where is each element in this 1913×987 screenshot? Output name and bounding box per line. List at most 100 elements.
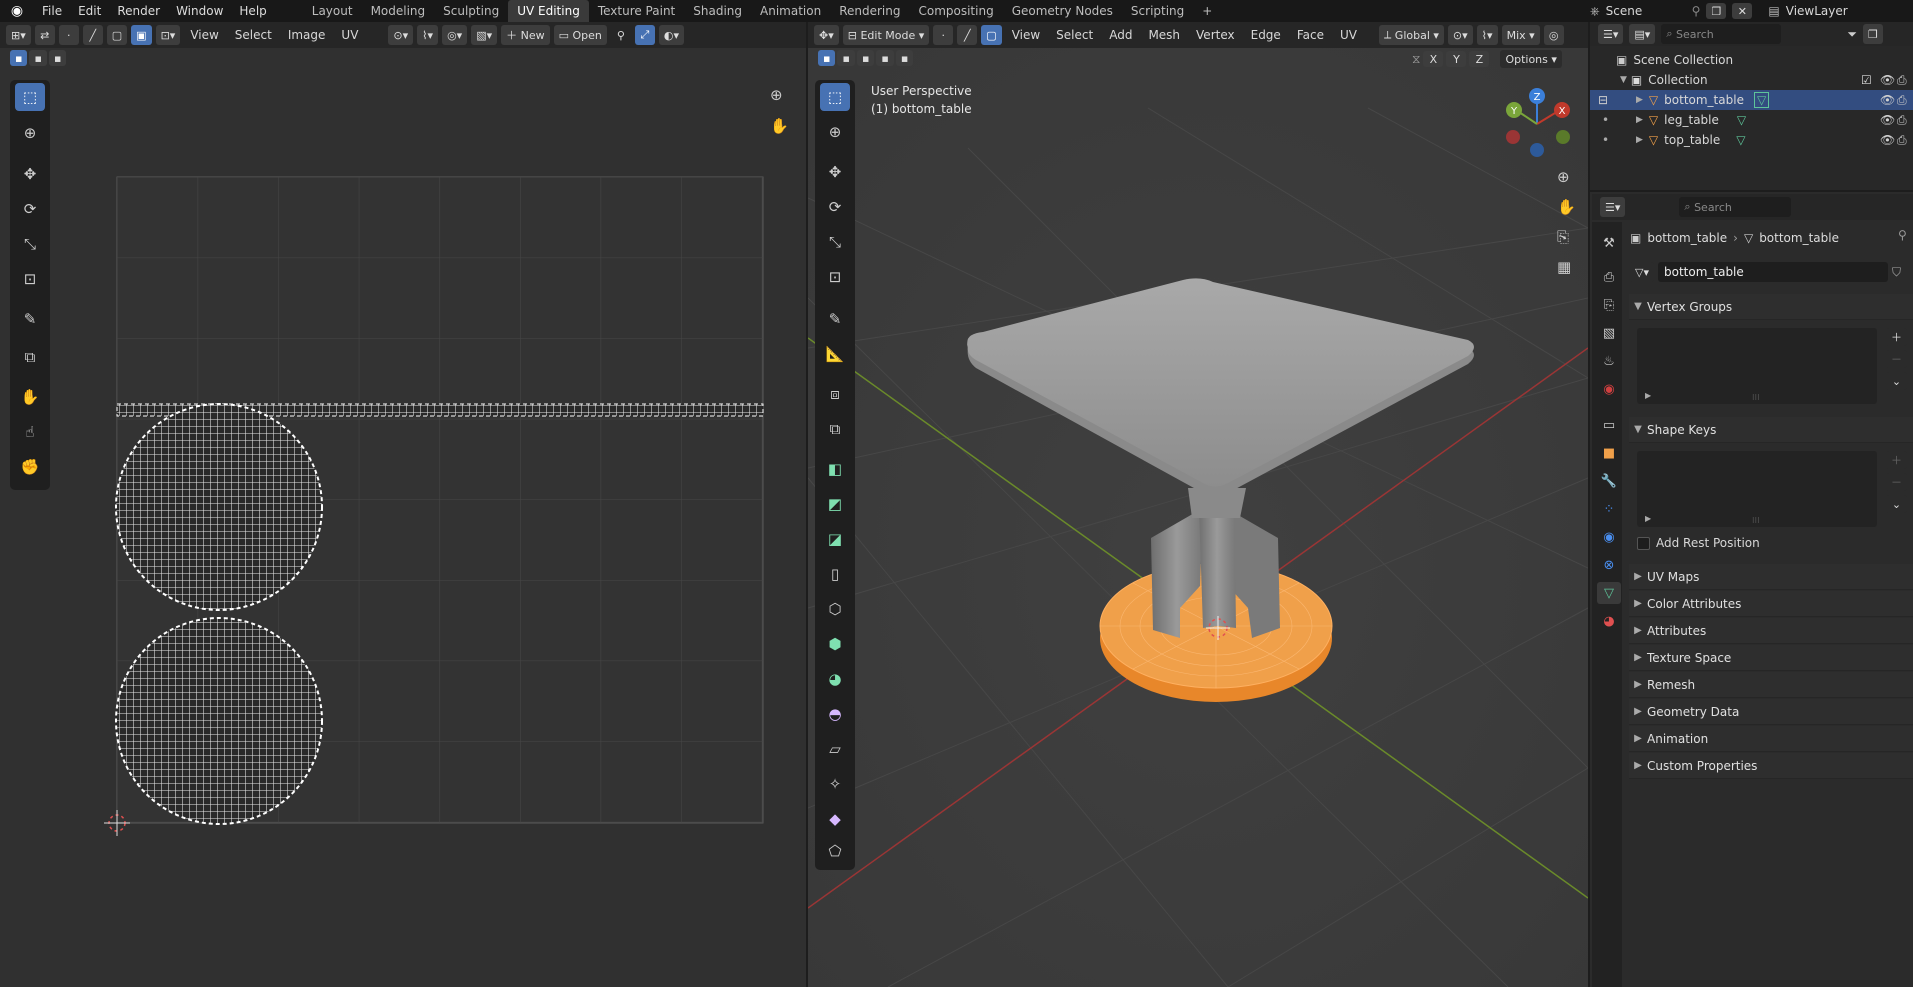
modifier-tab-icon[interactable]: 🔧 [1597, 470, 1621, 492]
render-camera-icon[interactable]: ⎙ [1897, 133, 1907, 148]
select-subtract-icon[interactable]: ▪ [48, 50, 67, 66]
tab-rendering[interactable]: Rendering [830, 0, 909, 22]
vertex-groups-header[interactable]: ▼ Vertex Groups [1629, 294, 1913, 320]
select-box-icon[interactable]: ⬚ [15, 83, 45, 111]
add-cube-icon[interactable]: ⧈ [820, 380, 850, 408]
remove-vertex-group-icon[interactable]: － [1886, 350, 1907, 368]
proportional-edit-icon[interactable]: ◎▾ [442, 25, 468, 45]
uv-canvas[interactable] [0, 160, 806, 840]
vp-rotate-icon[interactable]: ⟳ [820, 193, 850, 221]
expand-chevron-icon[interactable]: ▶ [1636, 95, 1643, 105]
display-mode-icon[interactable]: ▤▾ [1629, 24, 1656, 44]
gizmo-toggle-icon[interactable]: ⤢ [634, 25, 655, 45]
uv-menu-select[interactable]: Select [229, 24, 278, 46]
menu-render[interactable]: Render [109, 0, 168, 22]
constraints-tab-icon[interactable]: ⊗ [1597, 554, 1621, 576]
edge-select-icon[interactable]: ╱ [82, 25, 103, 45]
zoom-icon[interactable]: ⊕ [770, 86, 783, 104]
camera-view-icon[interactable]: ⎘ [1557, 228, 1569, 246]
options-dropdown[interactable]: Options ▾ [1500, 50, 1562, 68]
vp-transform-icon[interactable]: ⊡ [820, 263, 850, 291]
add-workspace-button[interactable]: + [1193, 0, 1221, 22]
snap-toggle-icon[interactable]: ⌇▾ [1476, 25, 1498, 45]
mirror-x-button[interactable]: X [1423, 51, 1444, 67]
remove-shape-key-icon[interactable]: － [1886, 473, 1907, 491]
knife-icon[interactable]: ▯ [820, 560, 850, 588]
render-camera-icon[interactable]: ⎙ [1897, 113, 1907, 128]
ortho-toggle-icon[interactable]: ▦ [1557, 258, 1571, 276]
outliner-row-leg-table[interactable]: • ▶ ▽ leg_table ▽ 👁 ⎙ [1590, 110, 1913, 130]
list-expand-icon[interactable]: ▶ [1645, 391, 1651, 400]
new-image-button[interactable]: ＋ New [501, 25, 550, 45]
tab-compositing[interactable]: Compositing [909, 0, 1002, 22]
face-select-icon[interactable]: ▢ [106, 25, 128, 45]
vp-select-box-icon[interactable]: ⬚ [820, 83, 850, 111]
material-tab-icon[interactable]: ◕ [1597, 610, 1621, 632]
vp-select-invert-icon[interactable]: ▪ [876, 50, 894, 66]
pin-icon[interactable]: ⚲ [1692, 4, 1701, 18]
collection-tab-icon[interactable]: ▭ [1597, 414, 1621, 436]
sticky-select-icon[interactable]: ⊡▾ [155, 25, 181, 45]
add-shape-key-icon[interactable]: ＋ [1886, 451, 1907, 469]
snap-icon[interactable]: ⌇▾ [417, 25, 439, 45]
section-remesh[interactable]: ▶ Remesh [1629, 672, 1913, 698]
mesh-name-field[interactable]: bottom_table [1657, 262, 1888, 282]
orientation-dropdown[interactable]: ⟂ Global ▾ [1378, 25, 1444, 45]
image-browse-icon[interactable]: ▧▾ [471, 25, 498, 45]
scene-field[interactable]: Scene [1606, 4, 1686, 18]
filter-icon[interactable]: ⏷ [1847, 27, 1857, 42]
vp-cursor-icon[interactable]: ⊕ [820, 118, 850, 146]
vertex-groups-list[interactable]: ▶ ⁝⁝⁝ [1637, 328, 1877, 404]
section-texture-space[interactable]: ▶ Texture Space [1629, 645, 1913, 671]
delete-scene-icon[interactable]: ✕ [1732, 3, 1753, 19]
vp-select-subtract-icon[interactable]: ▪ [856, 50, 875, 66]
collection-row[interactable]: ▼ ▣ Collection ☑ 👁 ⎙ [1590, 70, 1913, 90]
vp-menu-add[interactable]: Add [1103, 24, 1138, 46]
open-image-button[interactable]: ▭ Open [553, 25, 607, 45]
resize-handle-icon[interactable]: ⁝⁝⁝ [1752, 393, 1760, 402]
view-layer-tab-icon[interactable]: ▧ [1597, 322, 1621, 344]
fake-user-shield-icon[interactable]: ⛉ [1892, 265, 1901, 280]
overlay-toggle-icon[interactable]: ◐▾ [658, 25, 685, 45]
add-vertex-group-icon[interactable]: ＋ [1886, 328, 1907, 346]
gizmo-neg-z-icon[interactable] [1530, 143, 1544, 157]
extrude-icon[interactable]: ⧉ [820, 415, 850, 443]
render-camera-icon[interactable]: ⎙ [1897, 73, 1907, 88]
outliner-row-bottom-table[interactable]: ⊟ ▶ ▽ bottom_table ▽ 👁 ⎙ [1590, 90, 1913, 110]
vertex-group-menu-icon[interactable]: ⌄ [1886, 372, 1907, 390]
select-extend-icon[interactable]: ▪ [29, 50, 47, 66]
new-collection-icon[interactable]: ❐ [1862, 24, 1883, 44]
vp-select-intersect-icon[interactable]: ▪ [895, 50, 914, 66]
smooth-icon[interactable]: ◕ [820, 665, 850, 693]
expand-chevron-icon[interactable]: ▶ [1636, 135, 1643, 145]
tab-shading[interactable]: Shading [684, 0, 751, 22]
expand-chevron-icon[interactable]: ▼ [1620, 75, 1627, 85]
object-tab-icon[interactable]: ■ [1597, 442, 1621, 464]
pivot-icon[interactable]: ⊙▾ [388, 25, 414, 45]
particles-tab-icon[interactable]: ⁘ [1597, 498, 1621, 520]
vp-move-icon[interactable]: ✥ [820, 158, 850, 186]
tab-animation[interactable]: Animation [751, 0, 830, 22]
physics-tab-icon[interactable]: ◉ [1597, 526, 1621, 548]
new-scene-icon[interactable]: ❐ [1706, 3, 1727, 19]
uv-menu-image[interactable]: Image [282, 24, 332, 46]
uv-sync-icon[interactable]: ⇄ [34, 25, 55, 45]
navigation-gizmo[interactable]: Z X Y [1500, 86, 1570, 162]
uv-menu-view[interactable]: View [184, 24, 224, 46]
tab-geometry-nodes[interactable]: Geometry Nodes [1003, 0, 1122, 22]
list-expand-icon[interactable]: ▶ [1645, 514, 1651, 523]
blender-logo-icon[interactable]: ◉ [0, 3, 34, 19]
pin-properties-icon[interactable]: ⚲ [1898, 228, 1907, 242]
viewport-scene[interactable] [808, 48, 1588, 987]
shape-key-menu-icon[interactable]: ⌄ [1886, 495, 1907, 513]
exclude-checkbox[interactable]: ☑ [1861, 73, 1872, 87]
outliner-row-top-table[interactable]: • ▶ ▽ top_table ▽ 👁 ⎙ [1590, 130, 1913, 150]
section-animation[interactable]: ▶ Animation [1629, 726, 1913, 752]
loop-cut-icon[interactable]: ◪ [820, 525, 850, 553]
tab-texture-paint[interactable]: Texture Paint [589, 0, 684, 22]
menu-help[interactable]: Help [231, 0, 274, 22]
add-rest-position-checkbox[interactable] [1637, 536, 1650, 550]
visibility-eye-icon[interactable]: 👁 [1880, 93, 1895, 107]
scene-tab-icon[interactable]: ♨ [1597, 350, 1621, 372]
render-tab-icon[interactable]: ⎙ [1597, 266, 1621, 288]
